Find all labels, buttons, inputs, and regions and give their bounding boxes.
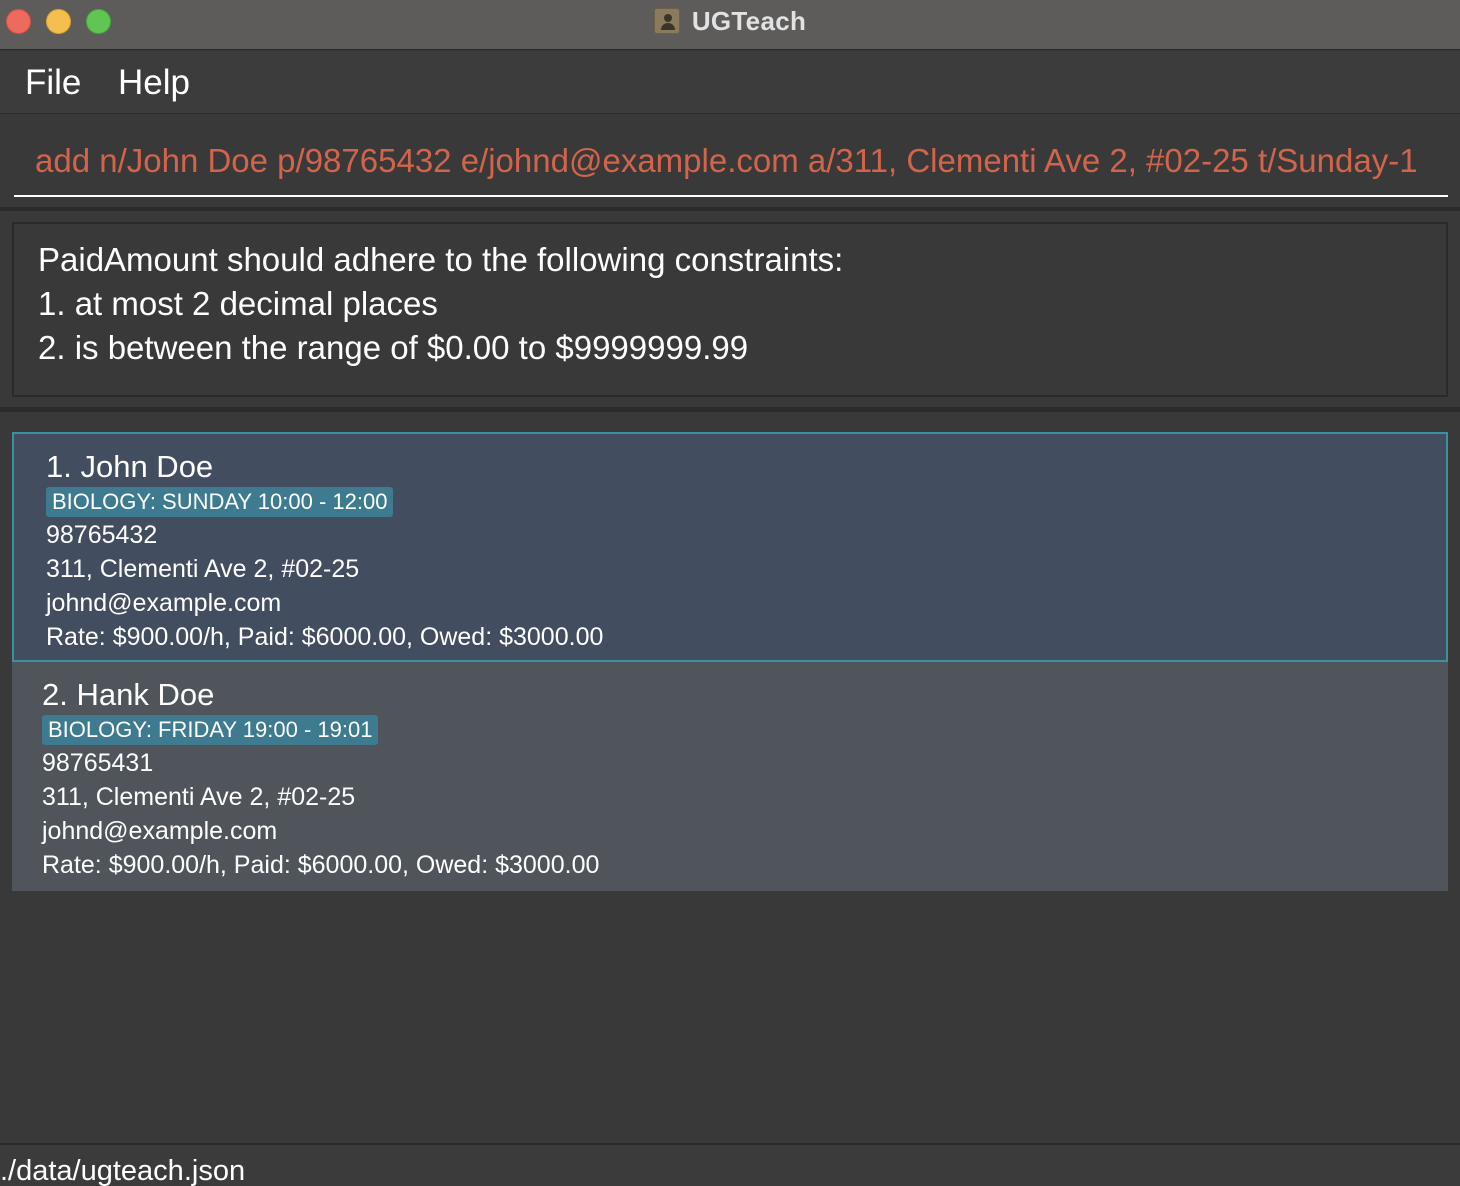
person-email: johnd@example.com bbox=[46, 589, 282, 617]
result-line: PaidAmount should adhere to the followin… bbox=[38, 241, 844, 278]
app-window: UGTeach File Help add n/John Doe p/98765… bbox=[0, 0, 1460, 1186]
window-title: UGTeach bbox=[691, 5, 807, 36]
result-line: 1. at most 2 decimal places bbox=[38, 285, 438, 322]
menu-file[interactable]: File bbox=[25, 63, 81, 103]
result-display: PaidAmount should adhere to the followin… bbox=[12, 222, 1448, 397]
person-phone: 98765432 bbox=[46, 521, 158, 549]
menu-help[interactable]: Help bbox=[118, 63, 190, 103]
person-address: 311, Clementi Ave 2, #02-25 bbox=[46, 555, 360, 583]
window-title-group: UGTeach bbox=[0, 0, 1460, 42]
person-name: 1. John Doe bbox=[46, 449, 214, 484]
panel-divider bbox=[0, 407, 1460, 412]
command-input-underline bbox=[14, 195, 1448, 197]
person-address: 311, Clementi Ave 2, #02-25 bbox=[42, 783, 356, 811]
lesson-tag: BIOLOGY: SUNDAY 10:00 - 12:00 bbox=[46, 487, 394, 517]
person-payment: Rate: $900.00/h, Paid: $6000.00, Owed: $… bbox=[42, 851, 600, 879]
person-card[interactable]: 2. Hank Doe BIOLOGY: FRIDAY 19:00 - 19:0… bbox=[12, 662, 1448, 891]
status-bar: ./data/ugteach.json bbox=[0, 1143, 1460, 1186]
person-card-selected[interactable]: 1. John Doe BIOLOGY: SUNDAY 10:00 - 12:0… bbox=[12, 432, 1448, 662]
person-email: johnd@example.com bbox=[42, 817, 278, 845]
person-phone: 98765431 bbox=[42, 749, 154, 777]
result-line: 2. is between the range of $0.00 to $999… bbox=[38, 329, 749, 366]
command-input[interactable]: add n/John Doe p/98765432 e/johnd@exampl… bbox=[35, 141, 1418, 181]
person-payment: Rate: $900.00/h, Paid: $6000.00, Owed: $… bbox=[46, 623, 604, 651]
person-name: 2. Hank Doe bbox=[42, 677, 215, 712]
menu-bar: File Help bbox=[0, 51, 1460, 114]
save-file-path: ./data/ugteach.json bbox=[0, 1155, 246, 1186]
title-bar[interactable]: UGTeach bbox=[0, 0, 1460, 50]
command-box[interactable]: add n/John Doe p/98765432 e/johnd@exampl… bbox=[0, 115, 1460, 211]
lesson-tag: BIOLOGY: FRIDAY 19:00 - 19:01 bbox=[42, 715, 379, 745]
person-list[interactable]: 1. John Doe BIOLOGY: SUNDAY 10:00 - 12:0… bbox=[12, 432, 1448, 891]
app-contacts-icon bbox=[653, 8, 680, 34]
